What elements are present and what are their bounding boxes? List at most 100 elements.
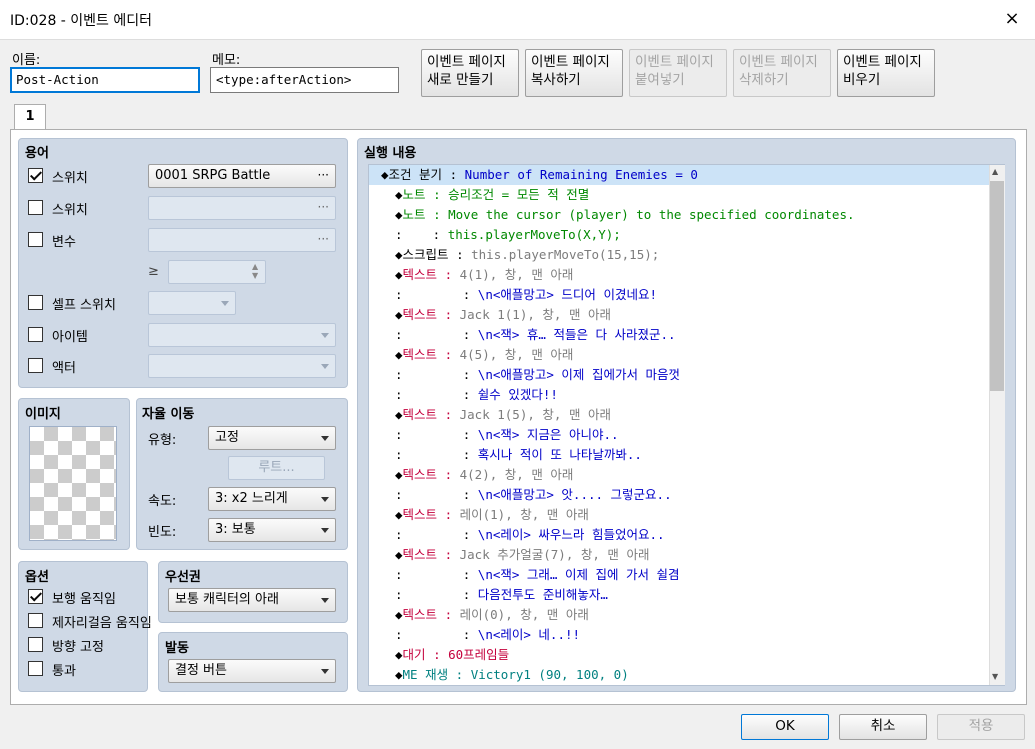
- window-title: ID:028 - 이벤트 에디터: [10, 13, 153, 29]
- command-sep: :: [437, 467, 460, 482]
- command-text: 쉴수 있겠다!!: [477, 387, 558, 402]
- scroll-up-icon[interactable]: ▲: [992, 167, 998, 176]
- command-name: :: [395, 287, 403, 302]
- freq-select[interactable]: 3: 보통: [208, 518, 336, 542]
- ok-button[interactable]: OK: [741, 714, 829, 740]
- command-sep: :: [402, 567, 478, 582]
- cancel-button[interactable]: 취소: [839, 714, 927, 740]
- command-row[interactable]: ◆텍스트 : Jack 1(1), 창, 맨 아래: [369, 305, 989, 325]
- command-text: \n<레이> 네..!!: [477, 627, 581, 642]
- command-row[interactable]: ◆스크립트 : this.playerMoveTo(15,15);: [369, 245, 989, 265]
- item-checkbox[interactable]: [28, 327, 43, 342]
- command-row[interactable]: : : 쉴수 있겠다!!: [369, 385, 989, 405]
- command-text: 레이(0), 창, 맨 아래: [459, 607, 589, 622]
- page-button-line2: 비우기: [843, 72, 881, 88]
- page-button-line2: 붙여넣기: [635, 72, 685, 88]
- command-name: 텍스트: [402, 547, 438, 562]
- character-image-preview[interactable]: [29, 426, 117, 541]
- page-button-0[interactable]: 이벤트 페이지 새로 만들기: [421, 49, 519, 97]
- command-row[interactable]: : : \n<잭> 휴… 적들은 다 사라졌군..: [369, 325, 989, 345]
- command-row[interactable]: : : \n<레이> 싸우느라 힘들었어요..: [369, 525, 989, 545]
- switch1-select[interactable]: 0001 SRPG Battle ···: [148, 164, 336, 188]
- page-button-line1: 이벤트 페이지: [739, 54, 818, 70]
- command-row[interactable]: ◆조건 분기 : Number of Remaining Enemies = 0: [369, 165, 989, 185]
- self-switch-select[interactable]: [148, 291, 236, 315]
- page-button-2[interactable]: 이벤트 페이지 붙여넣기: [629, 49, 727, 97]
- command-text: Move the cursor (player) to the specifie…: [448, 207, 855, 222]
- type-label: 유형:: [148, 433, 177, 448]
- option-checkbox-0[interactable]: [28, 589, 43, 604]
- scrollbar-thumb[interactable]: [990, 181, 1004, 391]
- command-row[interactable]: : : this.playerMoveTo(X,Y);: [369, 225, 989, 245]
- command-row[interactable]: ◆텍스트 : 4(5), 창, 맨 아래: [369, 345, 989, 365]
- command-prefix: ◆: [381, 167, 389, 182]
- command-text: 60프레임들: [448, 647, 510, 662]
- close-icon[interactable]: ×: [1000, 8, 1024, 32]
- switch1-checkbox[interactable]: [28, 168, 43, 183]
- command-row[interactable]: : : \n<레이> 네..!!: [369, 625, 989, 645]
- priority-title: 우선권: [165, 570, 201, 585]
- command-row[interactable]: ◆텍스트 : Jack 1(5), 창, 맨 아래: [369, 405, 989, 425]
- switch1-label: 스위치: [52, 171, 88, 186]
- command-row[interactable]: ◆대기 : 60프레임들: [369, 645, 989, 665]
- page-button-3[interactable]: 이벤트 페이지 삭제하기: [733, 49, 831, 97]
- command-row[interactable]: ◆노트 : Move the cursor (player) to the sp…: [369, 205, 989, 225]
- apply-button[interactable]: 적용: [937, 714, 1025, 740]
- command-row[interactable]: ◆노트 : 승리조건 = 모든 적 전멸: [369, 185, 989, 205]
- command-row[interactable]: ◆텍스트 : 레이(0), 창, 맨 아래: [369, 605, 989, 625]
- command-sep: :: [437, 407, 460, 422]
- command-row[interactable]: ◆텍스트 : 레이(1), 창, 맨 아래: [369, 505, 989, 525]
- command-row[interactable]: ◆텍스트 : Jack 추가얼굴(7), 창, 맨 아래: [369, 545, 989, 565]
- variable-select[interactable]: ···: [148, 228, 336, 252]
- image-title: 이미지: [25, 407, 61, 422]
- freq-value: 3: 보통: [215, 522, 256, 537]
- command-row[interactable]: : : \n<애플망고> 드디어 이겼네요!: [369, 285, 989, 305]
- switch2-select[interactable]: ···: [148, 196, 336, 220]
- page-button-1[interactable]: 이벤트 페이지 복사하기: [525, 49, 623, 97]
- option-checkbox-3[interactable]: [28, 661, 43, 676]
- command-row[interactable]: : : 혹시나 적이 또 나타날까봐..: [369, 445, 989, 465]
- command-row[interactable]: ◆ME 재생 : Victory1 (90, 100, 0): [369, 665, 989, 685]
- command-sep: :: [437, 347, 460, 362]
- speed-select[interactable]: 3: x2 느리게: [208, 487, 336, 511]
- tab-page-1[interactable]: 1: [14, 104, 46, 130]
- command-row[interactable]: : : \n<애플망고> 앗.... 그렇군요..: [369, 485, 989, 505]
- command-sep: :: [402, 427, 478, 442]
- memo-input[interactable]: <type:afterAction>: [210, 67, 399, 93]
- command-row[interactable]: : : \n<잭> 그래… 이제 집에 가서 쉴겸: [369, 565, 989, 585]
- spinner-arrows-icon[interactable]: ▲ ▼: [252, 262, 258, 280]
- switch2-checkbox[interactable]: [28, 200, 43, 215]
- command-name: 노트: [402, 207, 426, 222]
- command-row[interactable]: : : \n<애플망고> 이제 집에가서 마음껏: [369, 365, 989, 385]
- variable-checkbox[interactable]: [28, 232, 43, 247]
- command-row[interactable]: : : 다음전투도 준비해놓자…: [369, 585, 989, 605]
- command-sep: :: [442, 167, 465, 182]
- command-row[interactable]: ◆텍스트 : 4(1), 창, 맨 아래: [369, 265, 989, 285]
- name-input[interactable]: Post-Action: [10, 67, 200, 93]
- type-select[interactable]: 고정: [208, 426, 336, 450]
- item-select[interactable]: [148, 323, 336, 347]
- command-sep: :: [402, 587, 478, 602]
- command-text: Jack 1(5), 창, 맨 아래: [459, 407, 611, 422]
- scroll-down-icon[interactable]: ▼: [992, 672, 998, 681]
- command-list[interactable]: ◆조건 분기 : Number of Remaining Enemies = 0…: [368, 164, 1005, 686]
- command-prefix: ◆: [395, 647, 403, 662]
- speed-value: 3: x2 느리게: [215, 491, 288, 506]
- command-sep: :: [437, 607, 460, 622]
- command-row[interactable]: : : \n<잭> 지금은 아니야..: [369, 425, 989, 445]
- option-checkbox-1[interactable]: [28, 613, 43, 628]
- freq-label: 빈도:: [148, 525, 177, 540]
- trigger-select[interactable]: 결정 버튼: [168, 659, 336, 683]
- priority-select[interactable]: 보통 캐릭터의 아래: [168, 588, 336, 612]
- option-checkbox-2[interactable]: [28, 637, 43, 652]
- route-button[interactable]: 루트...: [228, 456, 325, 480]
- command-sep: :: [437, 507, 460, 522]
- actor-select[interactable]: [148, 354, 336, 378]
- command-row[interactable]: ◆텍스트 : 4(2), 창, 맨 아래: [369, 465, 989, 485]
- page-button-4[interactable]: 이벤트 페이지 비우기: [837, 49, 935, 97]
- command-sep: :: [402, 487, 478, 502]
- actor-checkbox[interactable]: [28, 358, 43, 373]
- self-switch-checkbox[interactable]: [28, 295, 43, 310]
- command-sep: :: [448, 667, 471, 682]
- command-sep: :: [425, 187, 449, 202]
